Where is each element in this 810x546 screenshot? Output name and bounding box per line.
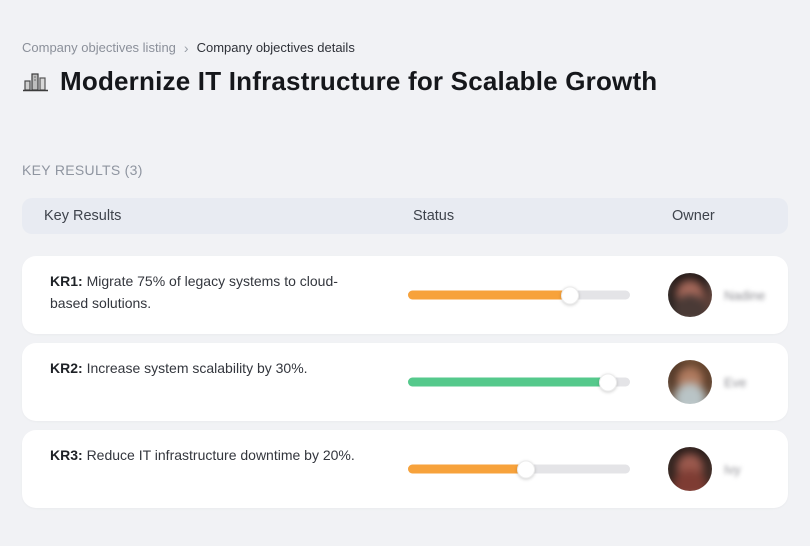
status-cell [408,343,648,421]
progress-fill [408,378,608,387]
status-cell [408,430,648,508]
company-objective-details-page: Company objectives listing › Company obj… [0,0,810,546]
progress-slider[interactable] [408,378,630,387]
key-result-id: KR2: [50,360,87,376]
buildings-icon [22,69,49,94]
key-result-text: Reduce IT infrastructure downtime by 20%… [87,447,355,463]
key-result-text: Migrate 75% of legacy systems to cloud-b… [50,273,338,311]
breadcrumb-link-listing[interactable]: Company objectives listing [22,40,176,55]
key-result-description: KR1: Migrate 75% of legacy systems to cl… [22,256,382,314]
column-header-owner: Owner [648,208,788,224]
owner-cell: Nadine [648,273,788,317]
progress-fill [408,465,526,474]
page-title: Modernize IT Infrastructure for Scalable… [60,66,657,97]
breadcrumb: Company objectives listing › Company obj… [22,40,355,55]
column-header-key-results: Key Results [22,208,408,224]
key-result-text: Increase system scalability by 30%. [87,360,308,376]
owner-cell: Ivy [648,447,788,491]
progress-thumb[interactable] [599,373,617,391]
key-result-row[interactable]: KR1: Migrate 75% of legacy systems to cl… [22,256,788,334]
key-result-row[interactable]: KR3: Reduce IT infrastructure downtime b… [22,430,788,508]
key-result-id: KR3: [50,447,87,463]
progress-fill [408,291,570,300]
breadcrumb-current-details: Company objectives details [197,40,355,55]
progress-thumb[interactable] [517,460,535,478]
owner-name: Ivy [724,462,741,477]
owner-name: Eve [724,375,746,390]
owner-avatar [668,273,712,317]
key-result-description: KR2: Increase system scalability by 30%. [22,343,382,380]
chevron-right-icon: › [184,41,189,55]
title-row: Modernize IT Infrastructure for Scalable… [22,66,788,97]
key-results-count-label: KEY RESULTS (3) [22,162,143,178]
progress-thumb[interactable] [561,286,579,304]
owner-name: Nadine [724,288,765,303]
progress-slider[interactable] [408,291,630,300]
table-header-row: Key Results Status Owner [22,198,788,234]
status-cell [408,256,648,334]
owner-avatar [668,447,712,491]
column-header-status: Status [408,208,648,224]
key-result-description: KR3: Reduce IT infrastructure downtime b… [22,430,382,467]
key-result-row[interactable]: KR2: Increase system scalability by 30%.… [22,343,788,421]
owner-cell: Eve [648,360,788,404]
progress-slider[interactable] [408,465,630,474]
owner-avatar [668,360,712,404]
key-result-id: KR1: [50,273,87,289]
key-results-list: KR1: Migrate 75% of legacy systems to cl… [22,256,788,517]
